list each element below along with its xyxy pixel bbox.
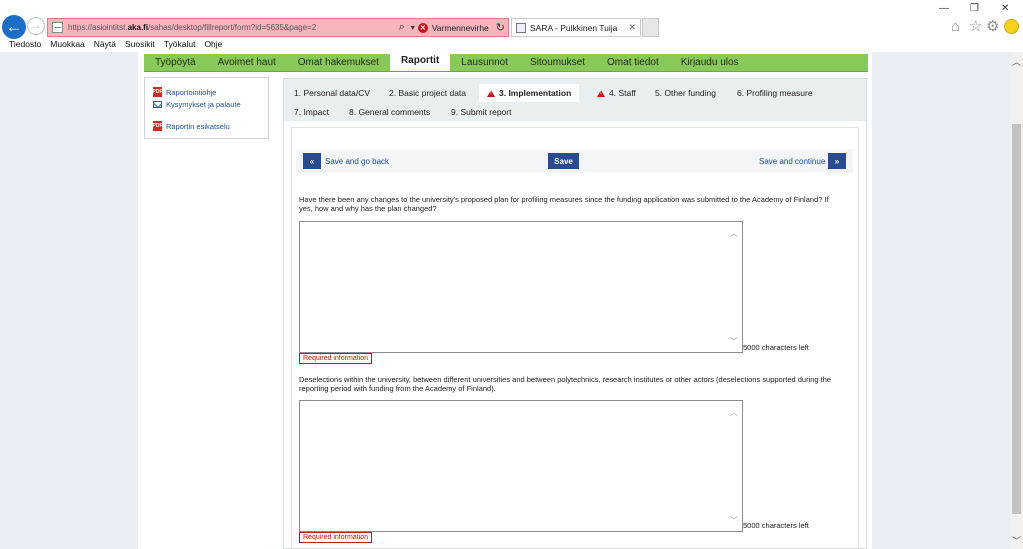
home-icon[interactable]: ⌂	[951, 19, 960, 35]
nav-item-kirjaudu-ulos[interactable]: Kirjaudu ulos	[670, 57, 750, 71]
minimize-icon[interactable]: —	[939, 3, 949, 14]
save-and-continue-link[interactable]: Save and continue	[759, 157, 825, 166]
required-information-badge: Required information	[299, 353, 372, 364]
tab-staff[interactable]: 4. Staff	[597, 88, 636, 98]
tab-basic-project-data[interactable]: 2. Basic project data	[389, 88, 466, 98]
link-raportointiohje[interactable]: PDF Raportointiohje	[153, 87, 216, 97]
nav-item-omat-hakemukset[interactable]: Omat hakemukset	[287, 57, 390, 71]
warning-icon	[597, 89, 605, 97]
nav-item-avoimet-haut[interactable]: Avoimet haut	[207, 57, 287, 71]
menu-edit[interactable]: Muokkaa	[50, 39, 85, 49]
menu-help[interactable]: Ohje	[204, 39, 222, 49]
menu-tools[interactable]: Työkalut	[164, 39, 196, 49]
question-deselections: Deselections within the university, betw…	[299, 375, 832, 393]
link-label: Raportointiohje	[166, 87, 217, 97]
address-bar[interactable]: https://asiointitst.aka.fi/sahas/desktop…	[47, 18, 509, 37]
favorites-icon[interactable]: ☆	[969, 19, 982, 35]
tab-close-icon[interactable]: ✕	[628, 22, 636, 33]
settings-icon[interactable]: ⚙	[986, 19, 999, 35]
browser-chrome: ← → https://asiointitst.aka.fi/sahas/des…	[0, 0, 1023, 52]
nav-item-sitoumukset[interactable]: Sitoumukset	[519, 57, 596, 71]
chars-left-counter: 5000 characters left	[743, 343, 809, 352]
new-tab-button[interactable]	[642, 18, 659, 37]
url-prefix: https://asiointitst.	[68, 23, 128, 32]
url-text[interactable]: https://asiointitst.aka.fi/sahas/desktop…	[68, 23, 396, 32]
tab-impact[interactable]: 7. Impact	[294, 107, 329, 117]
scroll-down-icon[interactable]: ﹀	[730, 515, 738, 526]
save-button[interactable]: Save	[548, 153, 579, 169]
deselections-textarea[interactable]: ︿ ﹀	[299, 400, 743, 532]
tab-favicon-icon	[516, 22, 526, 33]
feedback-smiley-icon[interactable]	[1004, 19, 1019, 34]
page-icon	[52, 22, 63, 33]
save-and-go-back-icon-button[interactable]: «	[303, 153, 321, 169]
forward-button[interactable]: →	[27, 17, 45, 35]
nav-item-tyopoyta[interactable]: Työpöytä	[144, 57, 207, 71]
menu-bar: Tiedosto Muokkaa Näytä Suosikit Työkalut…	[0, 37, 1023, 51]
scroll-up-icon[interactable]: ︿	[730, 228, 738, 239]
mail-icon	[153, 101, 162, 108]
menu-file[interactable]: Tiedosto	[9, 39, 41, 49]
link-label: Raportin esikatselu	[166, 121, 230, 131]
question-plan-changes: Have there been any changes to the unive…	[299, 195, 829, 213]
tab-general-comments[interactable]: 8. General comments	[349, 107, 430, 117]
save-and-go-back-link[interactable]: Save and go back	[325, 157, 389, 166]
certificate-error[interactable]: ✕ Varmennevirhe	[417, 22, 489, 33]
nav-item-raportit[interactable]: Raportit	[389, 53, 451, 71]
menu-favorites[interactable]: Suosikit	[125, 39, 155, 49]
warning-icon	[487, 89, 495, 97]
restore-icon[interactable]: ❐	[970, 3, 979, 14]
menu-view[interactable]: Näytä	[94, 39, 116, 49]
page-scrollbar[interactable]: ︿ ﹀	[1010, 52, 1023, 549]
scroll-up-icon[interactable]: ︿	[1010, 55, 1023, 68]
nav-item-lausunnot[interactable]: Lausunnot	[450, 57, 519, 71]
browser-tab[interactable]: SARA - Pulkkinen Tuija ✕	[511, 18, 641, 37]
url-path: /sahas/desktop/fillreport/form?id=5635&p…	[148, 23, 317, 32]
scroll-up-icon[interactable]: ︿	[730, 407, 738, 418]
close-window-icon[interactable]: ✕	[1001, 3, 1009, 14]
save-and-continue-icon-button[interactable]: »	[828, 153, 846, 169]
certificate-error-icon: ✕	[417, 22, 428, 33]
tab-implementation[interactable]: 3. Implementation	[479, 84, 580, 102]
chevron-down-icon[interactable]: ▾	[411, 23, 415, 32]
tab-title: SARA - Pulkkinen Tuija	[530, 22, 618, 33]
tab-profiling-measure[interactable]: 6. Profiling measure	[737, 88, 813, 98]
search-icon[interactable]: ⌕	[399, 21, 405, 34]
pdf-icon: PDF	[152, 87, 163, 97]
chars-left-counter: 5000 characters left	[743, 521, 809, 530]
back-button[interactable]: ←	[2, 15, 26, 39]
scroll-down-icon[interactable]: ﹀	[730, 336, 738, 347]
side-links-panel: PDF Raportointiohje Kysymykset ja palaut…	[144, 77, 269, 139]
refresh-icon[interactable]: ↻	[496, 21, 505, 34]
tab-other-funding[interactable]: 5. Other funding	[655, 88, 716, 98]
link-kysymykset-ja-palaute[interactable]: Kysymykset ja palaute	[153, 100, 241, 109]
tab-personal-data[interactable]: 1. Personal data/CV	[294, 88, 370, 98]
scrollbar-thumb[interactable]	[1012, 124, 1021, 514]
tab-label: 4. Staff	[609, 88, 636, 98]
link-label: Kysymykset ja palaute	[166, 100, 241, 109]
main-nav: Työpöytä Avoimet haut Omat hakemukset Ra…	[144, 53, 868, 72]
tab-submit-report[interactable]: 9. Submit report	[451, 107, 511, 117]
certificate-error-label: Varmennevirhe	[431, 22, 489, 33]
pdf-icon: PDF	[152, 121, 163, 131]
scroll-down-icon[interactable]: ﹀	[1010, 534, 1023, 547]
plan-changes-textarea[interactable]: ︿ ﹀	[299, 221, 743, 353]
required-information-badge: Required information	[299, 532, 372, 543]
tab-label: 3. Implementation	[499, 88, 572, 98]
link-raportin-esikatselu[interactable]: PDF Raportin esikatselu	[153, 121, 230, 131]
nav-item-omat-tiedot[interactable]: Omat tiedot	[596, 57, 670, 71]
url-domain: aka.fi	[127, 23, 149, 32]
report-tabs: 1. Personal data/CV 2. Basic project dat…	[284, 79, 866, 121]
